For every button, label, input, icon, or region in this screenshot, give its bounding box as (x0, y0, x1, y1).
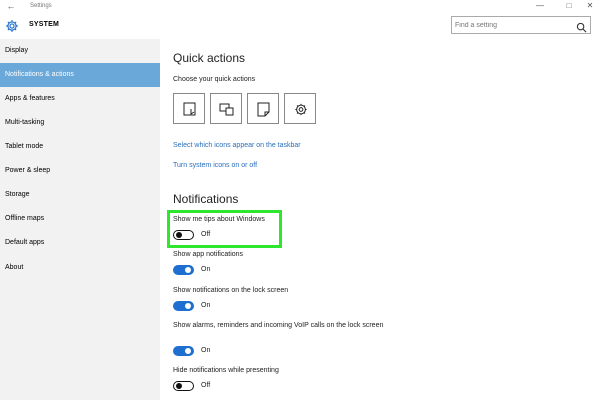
sidebar-item-power-sleep[interactable]: Power & sleep (0, 159, 160, 183)
note-icon (257, 102, 270, 117)
system-icons-link[interactable]: Turn system icons on or off (173, 162, 257, 169)
settings-icon (295, 103, 307, 116)
highlight-box (167, 210, 282, 248)
toggle-alarms-voip[interactable] (173, 346, 194, 356)
search-box[interactable] (451, 16, 591, 34)
quick-action-note[interactable] (247, 93, 279, 124)
setting-label-alarms-voip: Show alarms, reminders and incoming VoIP… (173, 322, 384, 329)
setting-label-lock-screen: Show notifications on the lock screen (173, 287, 289, 294)
quick-actions-subtitle: Choose your quick actions (173, 76, 256, 83)
toggle-lock-screen[interactable] (173, 301, 194, 311)
sidebar: Display Notifications & actions Apps & f… (0, 39, 160, 400)
toggle-knob (185, 303, 191, 309)
taskbar-icons-link[interactable]: Select which icons appear on the taskbar (173, 142, 301, 149)
close-button[interactable]: ✕ (578, 0, 598, 12)
quick-actions-title: Quick actions (173, 51, 246, 65)
toggle-knob (185, 348, 191, 354)
back-arrow-icon[interactable]: ← (5, 0, 17, 12)
sidebar-item-multi-tasking[interactable]: Multi-tasking (0, 111, 160, 135)
toggle-state-presenting: Off (201, 382, 211, 389)
sidebar-item-offline-maps[interactable]: Offline maps (0, 207, 160, 231)
sidebar-item-about[interactable]: About (0, 256, 160, 280)
notifications-title: Notifications (173, 192, 239, 206)
quick-action-connect[interactable] (210, 93, 242, 124)
search-input[interactable] (455, 19, 565, 31)
toggle-knob (185, 267, 191, 273)
sidebar-item-display[interactable]: Display (0, 39, 160, 63)
toggle-state-app-notifications: On (201, 266, 211, 273)
settings-header: SYSTEM (0, 13, 598, 39)
sidebar-item-notifications-actions[interactable]: Notifications & actions (0, 63, 160, 87)
sidebar-item-default-apps[interactable]: Default apps (0, 231, 160, 255)
window-title: Settings (30, 3, 52, 9)
gear-icon (5, 19, 19, 33)
toggle-presenting[interactable] (173, 381, 194, 391)
setting-label-app-notifications: Show app notifications (173, 251, 244, 258)
toggle-state-lock-screen: On (201, 302, 211, 309)
sidebar-item-storage[interactable]: Storage (0, 183, 160, 207)
search-icon[interactable] (576, 20, 587, 33)
toggle-knob (176, 383, 182, 389)
sidebar-item-apps-features[interactable]: Apps & features (0, 87, 160, 111)
toggle-state-alarms-voip: On (201, 347, 211, 354)
sidebar-item-tablet-mode[interactable]: Tablet mode (0, 135, 160, 159)
quick-action-settings[interactable] (284, 93, 316, 124)
connect-icon (219, 103, 234, 116)
title-bar: ← Settings — □ ✕ (0, 0, 598, 13)
tablet-mode-icon (183, 102, 196, 116)
quick-action-tablet-mode[interactable] (173, 93, 205, 124)
minimize-button[interactable]: — (528, 0, 552, 12)
page-title: SYSTEM (29, 21, 59, 28)
toggle-app-notifications[interactable] (173, 265, 194, 275)
setting-label-presenting: Hide notifications while presenting (173, 367, 279, 374)
